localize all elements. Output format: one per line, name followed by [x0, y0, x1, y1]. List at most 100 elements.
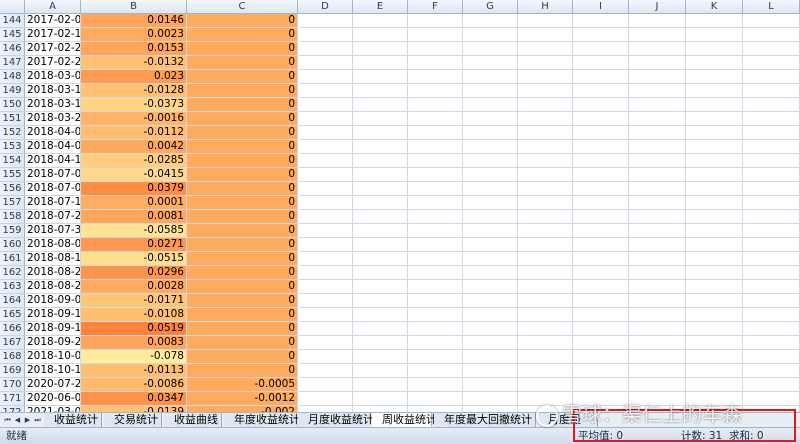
empty-cell[interactable]: [463, 266, 518, 280]
empty-cell[interactable]: [686, 182, 743, 196]
empty-cell[interactable]: [518, 56, 573, 70]
empty-cell[interactable]: [686, 70, 743, 84]
empty-cell[interactable]: [518, 140, 573, 154]
empty-cell[interactable]: [573, 238, 629, 252]
cell-drawdown[interactable]: -0.0005: [187, 378, 298, 392]
empty-cell[interactable]: [686, 84, 743, 98]
row-header[interactable]: 153: [0, 140, 25, 154]
empty-cell[interactable]: [298, 98, 353, 112]
cell-drawdown[interactable]: 0: [187, 70, 298, 84]
empty-cell[interactable]: [573, 70, 629, 84]
empty-cell[interactable]: [518, 238, 573, 252]
empty-cell[interactable]: [573, 280, 629, 294]
empty-cell[interactable]: [408, 84, 463, 98]
empty-cell[interactable]: [353, 336, 408, 350]
empty-cell[interactable]: [629, 294, 686, 308]
empty-cell[interactable]: [298, 28, 353, 42]
empty-cell[interactable]: [298, 266, 353, 280]
empty-cell[interactable]: [743, 168, 800, 182]
empty-cell[interactable]: [518, 336, 573, 350]
empty-cell[interactable]: [629, 280, 686, 294]
empty-cell[interactable]: [298, 336, 353, 350]
empty-cell[interactable]: [573, 266, 629, 280]
empty-cell[interactable]: [408, 294, 463, 308]
select-all-corner[interactable]: [0, 0, 25, 14]
cell-return[interactable]: -0.0585: [81, 224, 187, 238]
row-header[interactable]: 152: [0, 126, 25, 140]
empty-cell[interactable]: [353, 168, 408, 182]
empty-cell[interactable]: [298, 112, 353, 126]
empty-cell[interactable]: [686, 224, 743, 238]
empty-cell[interactable]: [298, 84, 353, 98]
empty-cell[interactable]: [353, 350, 408, 364]
row-header[interactable]: 156: [0, 182, 25, 196]
cell-drawdown[interactable]: 0: [187, 168, 298, 182]
empty-cell[interactable]: [408, 28, 463, 42]
empty-cell[interactable]: [743, 112, 800, 126]
empty-cell[interactable]: [408, 364, 463, 378]
empty-cell[interactable]: [573, 98, 629, 112]
empty-cell[interactable]: [518, 280, 573, 294]
cell-date[interactable]: 2018-10-1: [25, 364, 81, 378]
empty-cell[interactable]: [463, 238, 518, 252]
cell-return[interactable]: -0.078: [81, 350, 187, 364]
cell-date[interactable]: 2018-09-2: [25, 336, 81, 350]
row-header[interactable]: 157: [0, 196, 25, 210]
cell-drawdown[interactable]: 0: [187, 238, 298, 252]
cell-drawdown[interactable]: 0: [187, 112, 298, 126]
empty-cell[interactable]: [686, 126, 743, 140]
empty-cell[interactable]: [573, 182, 629, 196]
empty-cell[interactable]: [298, 56, 353, 70]
empty-cell[interactable]: [686, 322, 743, 336]
cell-return[interactable]: 0.0028: [81, 280, 187, 294]
empty-cell[interactable]: [686, 294, 743, 308]
empty-cell[interactable]: [743, 392, 800, 406]
next-sheet-icon[interactable]: ▶: [23, 415, 32, 425]
empty-cell[interactable]: [743, 378, 800, 392]
empty-cell[interactable]: [518, 322, 573, 336]
empty-cell[interactable]: [686, 252, 743, 266]
empty-cell[interactable]: [463, 252, 518, 266]
empty-cell[interactable]: [518, 364, 573, 378]
empty-cell[interactable]: [743, 210, 800, 224]
cell-date[interactable]: 2018-07-3: [25, 224, 81, 238]
empty-cell[interactable]: [298, 322, 353, 336]
empty-cell[interactable]: [353, 140, 408, 154]
cell-drawdown[interactable]: 0: [187, 266, 298, 280]
row-header[interactable]: 150: [0, 98, 25, 112]
row-header[interactable]: 155: [0, 168, 25, 182]
cell-return[interactable]: -0.0128: [81, 84, 187, 98]
empty-cell[interactable]: [463, 70, 518, 84]
row-header[interactable]: 160: [0, 238, 25, 252]
empty-cell[interactable]: [463, 112, 518, 126]
cell-date[interactable]: 2018-08-0: [25, 238, 81, 252]
empty-cell[interactable]: [743, 42, 800, 56]
empty-cell[interactable]: [353, 378, 408, 392]
cell-drawdown[interactable]: 0: [187, 154, 298, 168]
empty-cell[interactable]: [298, 252, 353, 266]
row-header[interactable]: 169: [0, 364, 25, 378]
row-header[interactable]: 171: [0, 392, 25, 406]
row-header[interactable]: 166: [0, 322, 25, 336]
empty-cell[interactable]: [629, 224, 686, 238]
cell-date[interactable]: 2017-02-2: [25, 56, 81, 70]
empty-cell[interactable]: [518, 266, 573, 280]
empty-cell[interactable]: [743, 196, 800, 210]
cell-return[interactable]: 0.0083: [81, 336, 187, 350]
empty-cell[interactable]: [686, 56, 743, 70]
empty-cell[interactable]: [573, 28, 629, 42]
sheet-tab[interactable]: 周收益统计: [372, 413, 437, 427]
empty-cell[interactable]: [353, 196, 408, 210]
empty-cell[interactable]: [518, 168, 573, 182]
cell-drawdown[interactable]: 0: [187, 364, 298, 378]
empty-cell[interactable]: [408, 42, 463, 56]
row-header[interactable]: 158: [0, 210, 25, 224]
cell-drawdown[interactable]: 0: [187, 280, 298, 294]
empty-cell[interactable]: [629, 126, 686, 140]
row-header[interactable]: 162: [0, 266, 25, 280]
empty-cell[interactable]: [463, 196, 518, 210]
cell-date[interactable]: 2018-03-0: [25, 70, 81, 84]
empty-cell[interactable]: [686, 308, 743, 322]
empty-cell[interactable]: [686, 14, 743, 28]
column-header-g[interactable]: G: [463, 0, 518, 14]
